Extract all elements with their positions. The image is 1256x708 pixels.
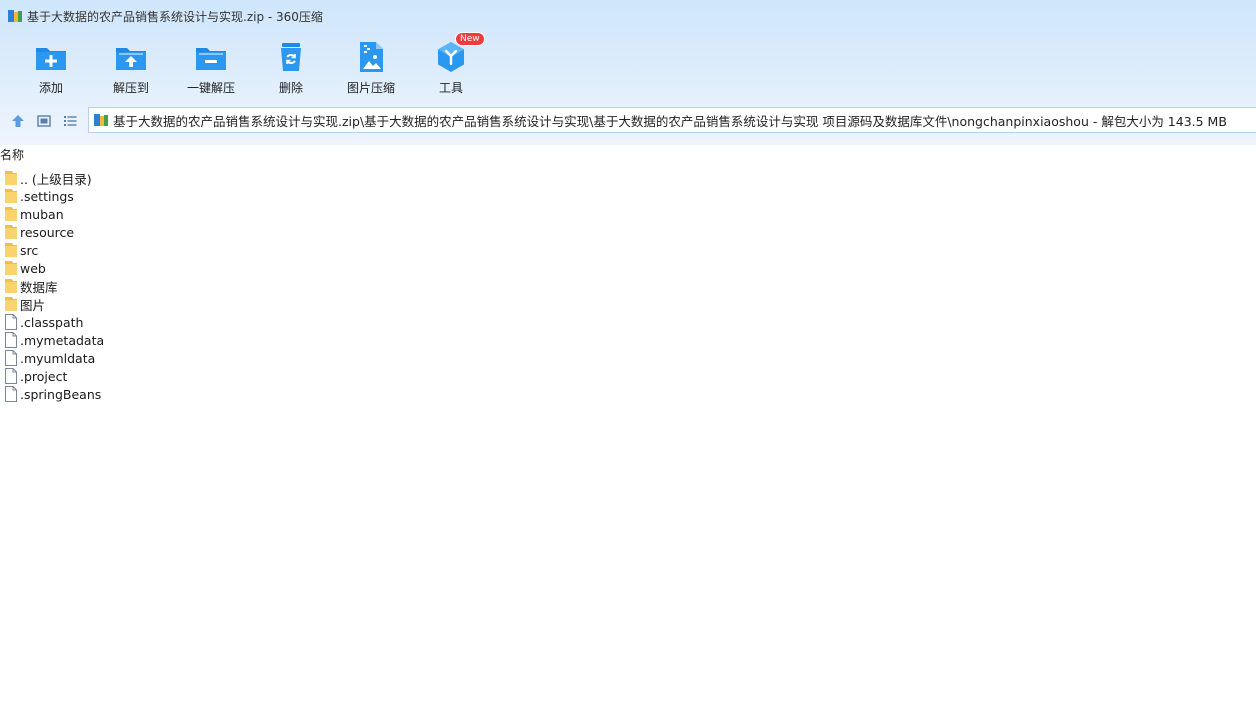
file-icon xyxy=(5,386,17,402)
file-name: 数据库 xyxy=(20,279,58,295)
folder-row[interactable]: 图片 xyxy=(0,295,104,313)
file-name: .classpath xyxy=(20,314,84,330)
address-path: 基于大数据的农产品销售系统设计与实现.zip\基于大数据的农产品销售系统设计与实… xyxy=(113,113,1227,129)
delete-icon xyxy=(281,43,301,71)
folder-row[interactable]: src xyxy=(0,241,104,259)
file-name: resource xyxy=(20,224,75,240)
app-window: 基于大数据的农产品销售系统设计与实现.zip - 360压缩 添加 解压到 一键… xyxy=(0,0,1256,708)
address-row: 基于大数据的农产品销售系统设计与实现.zip\基于大数据的农产品销售系统设计与实… xyxy=(0,106,1256,136)
thumbnail-view-icon[interactable] xyxy=(36,113,52,129)
file-name: 图片 xyxy=(20,297,46,313)
add-label: 添加 xyxy=(38,81,63,95)
folder-icon xyxy=(5,171,17,185)
file-name: .mymetadata xyxy=(20,332,105,348)
address-bar[interactable]: 基于大数据的农产品销售系统设计与实现.zip\基于大数据的农产品销售系统设计与实… xyxy=(88,107,1256,133)
file-icon xyxy=(5,332,17,348)
list-view-icon[interactable] xyxy=(62,113,78,129)
file-name: .settings xyxy=(20,188,74,204)
new-badge: New xyxy=(455,32,485,46)
file-name: muban xyxy=(20,206,64,222)
folder-row[interactable]: muban xyxy=(0,205,104,223)
file-icon xyxy=(5,350,17,366)
folder-row[interactable]: .. (上级目录) xyxy=(0,169,104,187)
archive-icon xyxy=(94,114,108,126)
folder-row[interactable]: 数据库 xyxy=(0,277,104,295)
folder-icon xyxy=(5,225,17,239)
file-name: .myumldata xyxy=(20,350,96,366)
delete-label: 删除 xyxy=(278,81,303,95)
folder-icon xyxy=(5,207,17,221)
image-compress-button[interactable]: 图片压缩 xyxy=(331,38,411,98)
folder-row[interactable]: web xyxy=(0,259,104,277)
up-arrow-icon[interactable] xyxy=(10,113,26,129)
image-compress-icon xyxy=(360,42,383,72)
archive-app-icon xyxy=(8,10,22,22)
tools-button[interactable]: New 工具 xyxy=(411,32,491,98)
folder-icon xyxy=(5,243,17,257)
one-click-extract-icon xyxy=(196,48,226,70)
file-icon xyxy=(5,368,17,384)
image-compress-label: 图片压缩 xyxy=(346,81,395,95)
column-header-name[interactable]: 名称 xyxy=(0,146,24,164)
extract-to-icon xyxy=(116,48,146,70)
folder-icon xyxy=(5,189,17,203)
tools-label: 工具 xyxy=(438,81,463,95)
top-chrome: 基于大数据的农产品销售系统设计与实现.zip - 360压缩 添加 解压到 一键… xyxy=(0,0,1256,145)
file-name: .springBeans xyxy=(20,386,102,402)
folder-row[interactable]: resource xyxy=(0,223,104,241)
delete-button[interactable]: 删除 xyxy=(251,38,331,98)
file-name: .project xyxy=(20,368,68,384)
add-icon xyxy=(36,48,66,70)
folder-row[interactable]: .settings xyxy=(0,187,104,205)
folder-icon xyxy=(5,297,17,311)
one-click-extract-button[interactable]: 一键解压 xyxy=(171,38,251,98)
extract-to-button[interactable]: 解压到 xyxy=(91,38,171,98)
toolbar: 添加 解压到 一键解压 删除 图片压缩 New 工具 xyxy=(11,32,491,98)
file-name: src xyxy=(20,242,39,258)
file-row[interactable]: .myumldata xyxy=(0,349,104,367)
one-click-extract-label: 一键解压 xyxy=(186,81,235,95)
extract-to-label: 解压到 xyxy=(112,81,149,95)
folder-icon xyxy=(5,279,17,293)
folder-icon xyxy=(5,261,17,275)
file-name: .. (上级目录) xyxy=(20,171,92,187)
title-bar: 基于大数据的农产品销售系统设计与实现.zip - 360压缩 xyxy=(0,0,1256,32)
file-row[interactable]: .springBeans xyxy=(0,385,104,403)
file-row[interactable]: .mymetadata xyxy=(0,331,104,349)
file-name: web xyxy=(20,260,46,276)
file-row[interactable]: .classpath xyxy=(0,313,104,331)
add-button[interactable]: 添加 xyxy=(11,38,91,98)
file-list: .. (上级目录) .settings muban resource src web 数据库… xyxy=(0,169,104,403)
file-row[interactable]: .project xyxy=(0,367,104,385)
file-icon xyxy=(5,314,17,330)
window-title: 基于大数据的农产品销售系统设计与实现.zip - 360压缩 xyxy=(27,9,323,24)
